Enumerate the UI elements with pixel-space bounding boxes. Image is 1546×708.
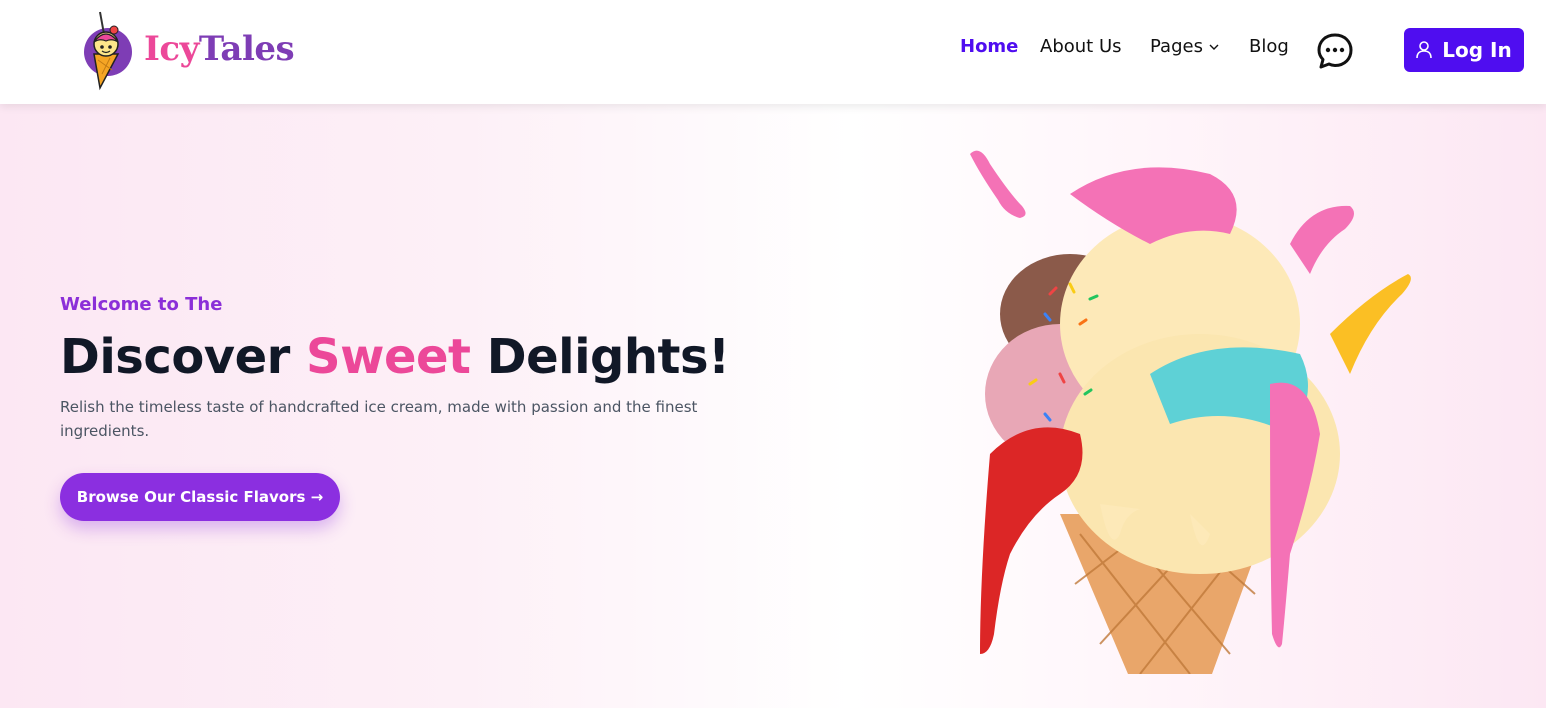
ice-cream-logo-icon [84,11,132,91]
hero-headline: Discover Sweet Delights! [60,329,760,385]
browse-flavors-button[interactable]: Browse Our Classic Flavors → [60,473,340,521]
brand-logo[interactable]: IcyTales [82,8,295,92]
nav-pages[interactable]: Pages [1150,36,1219,57]
headline-highlight: Sweet [306,329,471,385]
brand-name: IcyTales [144,29,295,69]
nav-home[interactable]: Home [960,36,1018,57]
login-button[interactable]: Log In [1404,28,1524,72]
brand-name-part2: Tales [198,29,295,69]
chat-bubble-icon [1317,33,1353,69]
brand-name-part1: Icy [144,29,199,69]
navbar: IcyTales Home About Us Pages Blog Log In [0,0,1546,104]
nav-pages-label: Pages [1150,36,1203,57]
login-label: Log In [1442,38,1512,62]
nav-about-us[interactable]: About Us [1040,36,1122,57]
hero-eyebrow: Welcome to The [60,294,223,315]
hero-subtext: Relish the timeless taste of handcrafted… [60,398,698,440]
headline-part2: Delights! [486,329,730,385]
user-icon [1416,41,1433,59]
chevron-down-icon [1209,44,1219,50]
hero-section: Welcome to The Discover Sweet Delights! … [0,104,1546,708]
headline-part1: Discover [60,329,290,385]
chat-button[interactable] [1316,32,1354,70]
ice-cream-cone-illustration [970,150,1411,674]
hero-content: Welcome to The Discover Sweet Delights! … [60,294,760,521]
nav-blog[interactable]: Blog [1249,36,1289,57]
